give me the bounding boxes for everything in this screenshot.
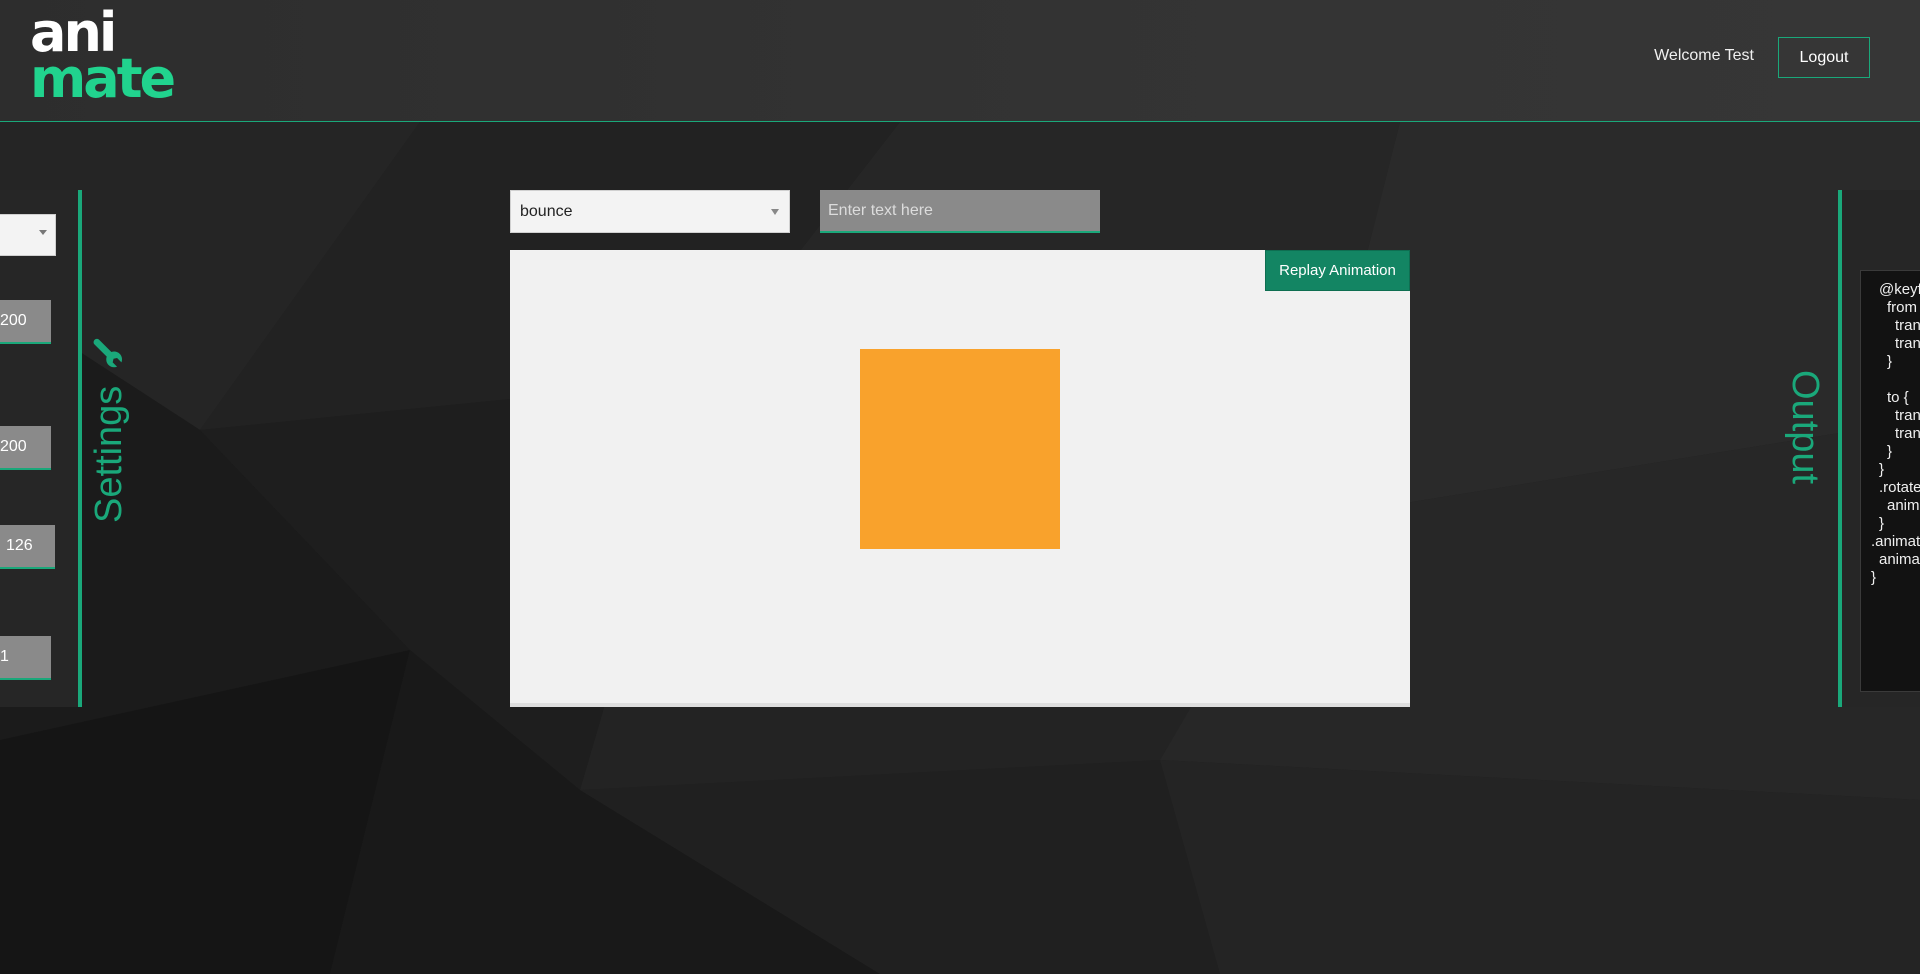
animated-box bbox=[860, 349, 1060, 549]
logout-button[interactable]: Logout bbox=[1778, 37, 1870, 78]
code-line: from bbox=[1887, 299, 1917, 316]
animation-select[interactable]: bounce bbox=[510, 190, 790, 233]
code-line: .rotate bbox=[1879, 479, 1920, 496]
width-field[interactable]: 200 bbox=[0, 300, 51, 344]
code-line: } bbox=[1887, 353, 1893, 370]
animation-select-value: bounce bbox=[520, 203, 573, 220]
settings-label[interactable]: Settings bbox=[88, 386, 131, 523]
chevron-down-icon bbox=[771, 209, 779, 215]
code-line: anim bbox=[1887, 497, 1920, 514]
code-line: tran bbox=[1895, 317, 1920, 334]
settings-select[interactable] bbox=[0, 214, 56, 256]
code-line: animat bbox=[1879, 551, 1920, 568]
duration-field[interactable]: 126 bbox=[0, 525, 55, 569]
replay-animation-button[interactable]: Replay Animation bbox=[1265, 250, 1410, 291]
code-line: } bbox=[1887, 443, 1893, 460]
code-line: tran bbox=[1895, 407, 1920, 424]
code-line: @keyf bbox=[1879, 281, 1920, 298]
animation-stage: Replay Animation bbox=[510, 250, 1410, 707]
settings-panel: 200 200 126 1 bbox=[0, 190, 82, 707]
code-line: to { bbox=[1887, 389, 1909, 406]
top-header: ani mate Welcome Test Logout bbox=[0, 0, 1920, 122]
logo-text-bottom: mate bbox=[30, 47, 176, 110]
iteration-field[interactable]: 1 bbox=[0, 636, 51, 680]
code-line: } bbox=[1871, 569, 1877, 586]
welcome-text: Welcome Test bbox=[1654, 47, 1754, 64]
code-line: } bbox=[1879, 515, 1885, 532]
chevron-down-icon bbox=[39, 230, 47, 235]
settings-label-container: Settings bbox=[88, 330, 136, 550]
output-label-container: Output bbox=[1784, 370, 1830, 500]
code-line: } bbox=[1879, 461, 1885, 478]
code-line: tran bbox=[1895, 425, 1920, 442]
css-output-code[interactable]: @keyf from tran tran } to { tran tran } … bbox=[1860, 270, 1920, 692]
code-line: .animat bbox=[1871, 533, 1920, 550]
output-panel: @keyf from tran tran } to { tran tran } … bbox=[1838, 190, 1920, 707]
text-input[interactable] bbox=[820, 190, 1100, 233]
height-field[interactable]: 200 bbox=[0, 426, 51, 470]
code-line: tran bbox=[1895, 335, 1920, 352]
app-logo[interactable]: ani mate bbox=[30, 6, 176, 110]
output-label[interactable]: Output bbox=[1783, 370, 1826, 484]
